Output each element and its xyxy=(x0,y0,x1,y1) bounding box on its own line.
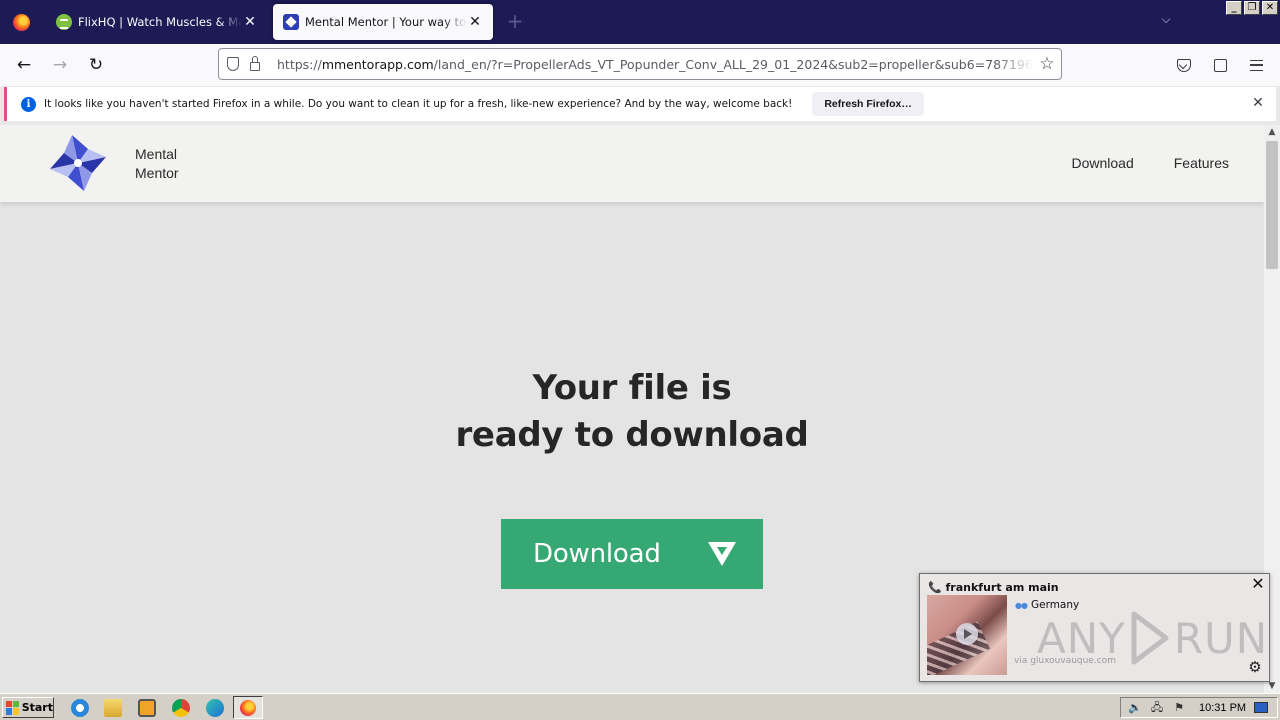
flixhq-favicon-icon xyxy=(56,14,72,30)
network-icon[interactable]: 🖧 xyxy=(1149,701,1165,715)
show-desktop-icon[interactable] xyxy=(1254,702,1269,713)
mental-mentor-logo-icon[interactable] xyxy=(48,133,108,193)
brand-name[interactable]: Mental Mentor xyxy=(135,145,179,183)
play-icon xyxy=(956,623,978,645)
volume-icon[interactable]: 🔈 xyxy=(1127,701,1143,715)
windows-taskbar: Start 🔈 🖧 ⚑ 10:31 PM xyxy=(0,693,1280,720)
url-domain: mmentorapp.com xyxy=(321,56,434,72)
firefox-refresh-notification: i It looks like you haven't started Fire… xyxy=(4,87,1276,121)
forward-button[interactable]: → xyxy=(46,52,74,78)
start-label: Start xyxy=(21,701,53,714)
tab-title: FlixHQ | Watch Muscles & Mayhem: An Unau… xyxy=(78,15,242,29)
hero-title: Your file is ready to download xyxy=(0,365,1264,459)
notification-text: It looks like you haven't started Firefo… xyxy=(44,98,793,110)
puzzle-icon xyxy=(1213,58,1227,72)
hero-line-2: ready to download xyxy=(455,415,809,455)
windows-logo-icon xyxy=(6,700,19,715)
list-all-tabs-button[interactable]: ⌵ xyxy=(1156,12,1176,32)
scroll-thumb[interactable] xyxy=(1266,141,1278,269)
nav-features-link[interactable]: Features xyxy=(1174,155,1229,171)
mental-mentor-favicon-icon xyxy=(283,14,299,30)
close-notification-icon[interactable]: ✕ xyxy=(1250,95,1266,111)
reload-button[interactable]: ↻ xyxy=(82,52,110,78)
close-tab-icon[interactable]: ✕ xyxy=(467,14,483,30)
url-text[interactable]: https://mmentorapp.com/land_en/?r=Propel… xyxy=(277,57,1033,72)
file-explorer-icon[interactable] xyxy=(104,699,122,717)
lock-icon xyxy=(250,56,260,71)
shield-icon xyxy=(227,57,239,71)
firefox-icon xyxy=(12,13,30,31)
minimize-button[interactable]: _ xyxy=(1226,1,1242,15)
ad-country-name: Germany xyxy=(1030,599,1080,611)
chrome-icon[interactable] xyxy=(172,699,190,717)
brand-line-1: Mental xyxy=(135,146,178,162)
ad-thumbnail[interactable] xyxy=(927,595,1007,675)
download-button[interactable]: Download xyxy=(501,519,763,589)
url-prefix: https:// xyxy=(277,56,322,72)
tab-strip: FlixHQ | Watch Muscles & Mayhem: An Unau… xyxy=(0,0,1280,44)
system-tray: 🔈 🖧 ⚑ 10:31 PM xyxy=(1120,697,1278,718)
forward-arrow-icon: → xyxy=(52,55,68,75)
flag-icon: ●● xyxy=(1015,600,1028,610)
ad-title: 📞 frankfurt am main xyxy=(928,581,1059,594)
taskbar-firefox-button[interactable] xyxy=(233,696,263,719)
site-nav: Download Features xyxy=(1071,155,1229,171)
start-button[interactable]: Start xyxy=(2,697,54,718)
close-window-button[interactable]: ✕ xyxy=(1262,1,1278,15)
tab-title: Mental Mentor | Your way to harmony xyxy=(305,15,467,29)
tracking-protection-button[interactable] xyxy=(219,52,243,76)
internet-explorer-icon[interactable] xyxy=(71,699,89,717)
navigation-toolbar: ← → ↻ https://mmentorapp.com/land_en/?r=… xyxy=(0,44,1280,86)
ad-close-icon[interactable]: ✕ xyxy=(1250,576,1266,592)
action-center-flag-icon[interactable]: ⚑ xyxy=(1171,701,1187,715)
edge-icon[interactable] xyxy=(206,699,224,717)
ad-source: via gluxouvauque.com xyxy=(1014,656,1116,666)
back-arrow-icon: ← xyxy=(16,55,32,75)
extensions-button[interactable] xyxy=(1206,52,1234,78)
download-arrow-icon xyxy=(708,542,736,566)
restore-button[interactable]: ❐ xyxy=(1244,1,1260,15)
media-player-icon[interactable] xyxy=(138,699,156,717)
ad-popup[interactable]: 📞 frankfurt am main ✕ ●● Germany via glu… xyxy=(919,573,1270,682)
url-bar[interactable]: https://mmentorapp.com/land_en/?r=Propel… xyxy=(218,48,1062,80)
close-tab-icon[interactable]: ✕ xyxy=(242,14,258,30)
reload-icon: ↻ xyxy=(88,55,104,75)
firefox-icon xyxy=(240,699,256,716)
scroll-up-arrow-icon[interactable]: ▲ xyxy=(1264,125,1280,139)
brand-line-2: Mentor xyxy=(135,165,179,181)
pocket-button[interactable] xyxy=(1170,52,1198,78)
nav-download-link[interactable]: Download xyxy=(1071,155,1133,171)
window-controls: _ ❐ ✕ xyxy=(1226,1,1278,15)
ad-country: ●● Germany xyxy=(1015,599,1079,611)
pocket-icon xyxy=(1177,58,1191,72)
clock[interactable]: 10:31 PM xyxy=(1199,702,1246,714)
site-header: Mental Mentor Download Features xyxy=(0,125,1264,202)
tab-mental-mentor[interactable]: Mental Mentor | Your way to harmony ✕ xyxy=(273,4,493,40)
firefox-view-button[interactable] xyxy=(0,0,42,44)
site-info-button[interactable] xyxy=(243,52,267,76)
back-button[interactable]: ← xyxy=(10,52,38,78)
download-button-label: Download xyxy=(533,539,661,569)
refresh-firefox-button[interactable]: Refresh Firefox… xyxy=(812,92,924,116)
gear-icon[interactable]: ⚙ xyxy=(1247,659,1263,675)
info-icon: i xyxy=(21,96,36,112)
tab-flixhq[interactable]: FlixHQ | Watch Muscles & Mayhem: An Unau… xyxy=(46,4,268,40)
new-tab-button[interactable]: + xyxy=(503,10,527,34)
url-path: /land_en/?r=PropellerAds_VT_Popunder_Con… xyxy=(433,56,1033,72)
hero-line-1: Your file is xyxy=(532,368,732,408)
bookmark-star-icon[interactable]: ☆ xyxy=(1033,54,1061,74)
hamburger-menu-icon xyxy=(1249,59,1263,71)
app-menu-button[interactable] xyxy=(1242,52,1270,78)
